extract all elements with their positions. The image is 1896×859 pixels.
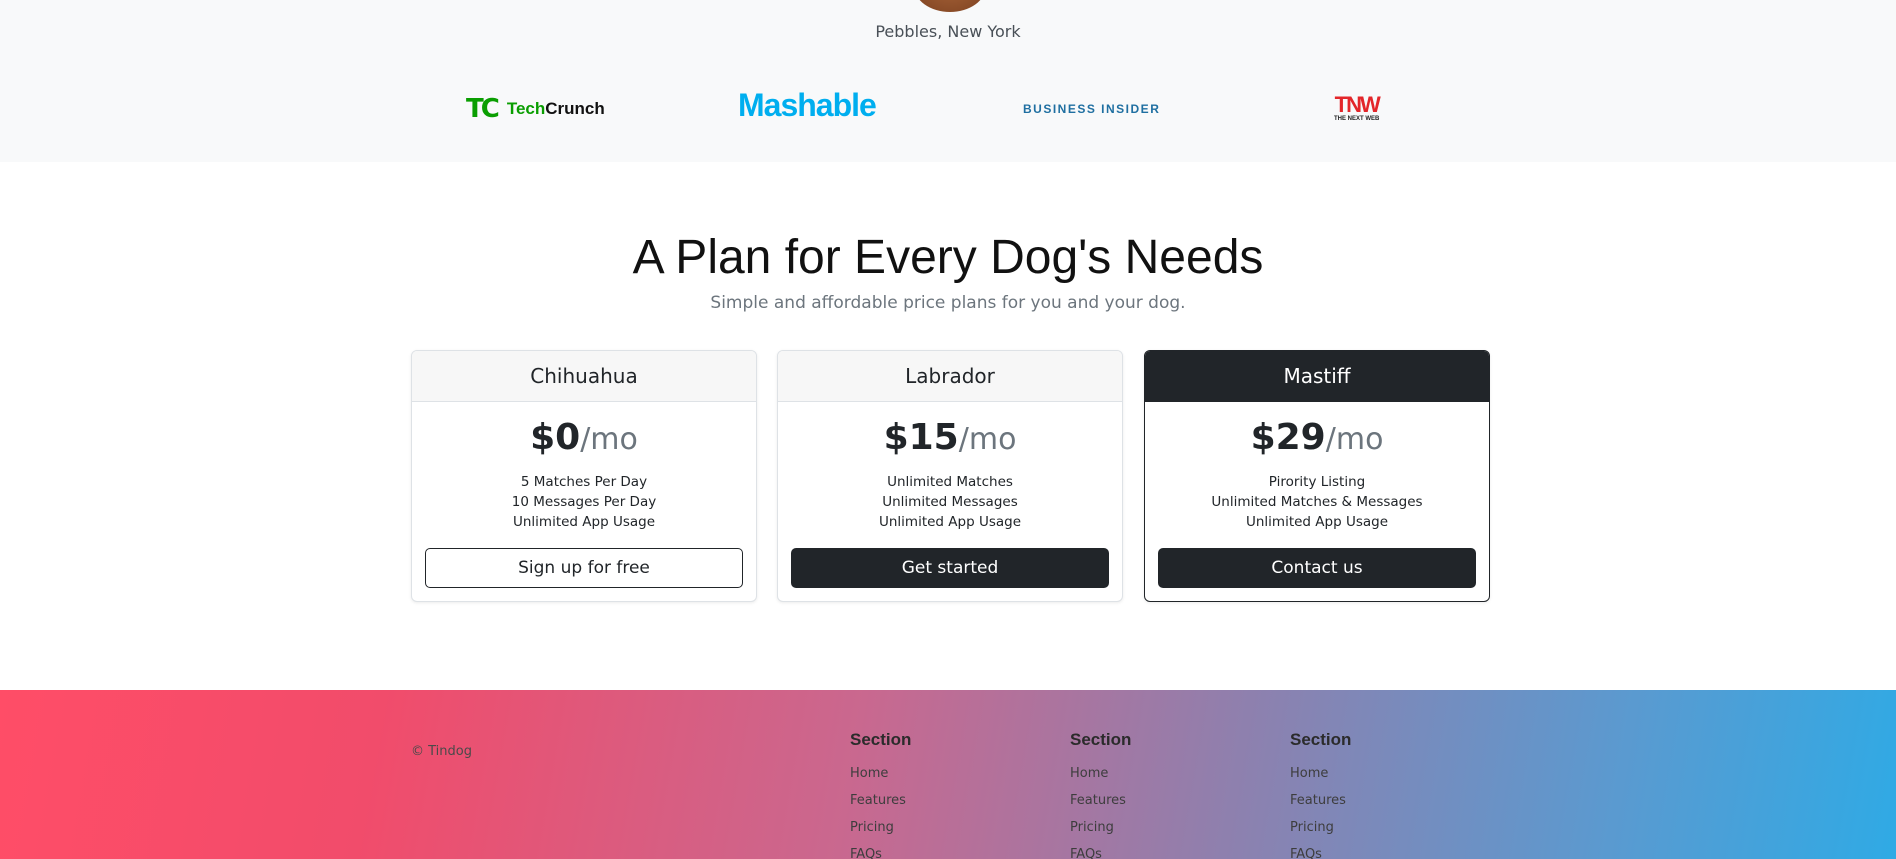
contact-us-button[interactable]: Contact us	[1158, 548, 1476, 588]
sign-up-free-button[interactable]: Sign up for free	[425, 548, 743, 588]
techcrunch-mark: TC	[466, 94, 500, 124]
plan-features: Unlimited Matches Unlimited Messages Unl…	[778, 472, 1122, 532]
plan-feature: Unlimited App Usage	[512, 514, 656, 530]
plan-price: $0/mo	[530, 417, 638, 458]
plan-price: $15/mo	[883, 417, 1017, 458]
footer-column-title: Section	[1290, 730, 1352, 749]
plan-name: Mastiff	[1145, 351, 1489, 402]
footer-link-home[interactable]: Home	[850, 760, 911, 787]
plan-feature: Pirority Listing	[1268, 474, 1366, 490]
testimonial-avatar	[914, 0, 986, 12]
plan-feature: Unlimited Matches	[887, 474, 1013, 490]
business-insider-logo: BUSINESS INSIDER	[1023, 102, 1161, 116]
plan-card-labrador: Labrador $15/mo Unlimited Matches Unlimi…	[777, 350, 1123, 602]
plan-features: Pirority Listing Unlimited Matches & Mes…	[1145, 472, 1489, 532]
plan-feature: 5 Matches Per Day	[520, 474, 648, 490]
footer-link-faqs[interactable]: FAQs	[1070, 841, 1131, 859]
footer-column: Section Home Features Pricing FAQs	[850, 730, 911, 859]
plan-feature: Unlimited Messages	[882, 494, 1018, 510]
plan-card-mastiff: Mastiff $29/mo Pirority Listing Unlimite…	[1144, 350, 1490, 602]
plan-price: $29/mo	[1250, 417, 1384, 458]
plan-feature: Unlimited Matches & Messages	[1211, 494, 1423, 510]
footer-link-faqs[interactable]: FAQs	[850, 841, 911, 859]
plan-feature: 10 Messages Per Day	[511, 494, 657, 510]
plan-features: 5 Matches Per Day 10 Messages Per Day Un…	[412, 472, 756, 532]
tnw-logo: TNW THE NEXT WEB	[1334, 92, 1381, 123]
pricing-title: A Plan for Every Dog's Needs	[632, 231, 1264, 284]
plan-feature: Unlimited App Usage	[878, 514, 1022, 530]
footer-link-home[interactable]: Home	[1070, 760, 1131, 787]
footer-column-title: Section	[850, 730, 912, 749]
get-started-button[interactable]: Get started	[791, 548, 1109, 588]
footer-column: Section Home Features Pricing FAQs	[1070, 730, 1131, 859]
footer-link-features[interactable]: Features	[1070, 787, 1131, 814]
footer-link-pricing[interactable]: Pricing	[850, 814, 911, 841]
footer-link-pricing[interactable]: Pricing	[1070, 814, 1131, 841]
footer-column: Section Home Features Pricing FAQs	[1290, 730, 1351, 859]
footer-copyright: © Tindog	[411, 744, 472, 759]
techcrunch-logo: TC TechCrunch	[466, 94, 605, 124]
mashable-logo: Mashable	[738, 86, 877, 123]
plan-name: Chihuahua	[412, 351, 756, 402]
footer-link-home[interactable]: Home	[1290, 760, 1351, 787]
footer-column-title: Section	[1070, 730, 1132, 749]
footer-link-faqs[interactable]: FAQs	[1290, 841, 1351, 859]
footer: © Tindog Section Home Features Pricing F…	[0, 690, 1896, 859]
plan-feature: Unlimited App Usage	[1245, 514, 1389, 530]
pricing-subtitle: Simple and affordable price plans for yo…	[710, 293, 1186, 313]
plan-name: Labrador	[778, 351, 1122, 402]
footer-link-features[interactable]: Features	[1290, 787, 1351, 814]
press-section: Pebbles, New York TC TechCrunch Mashable…	[0, 0, 1896, 162]
plan-card-chihuahua: Chihuahua $0/mo 5 Matches Per Day 10 Mes…	[411, 350, 757, 602]
footer-link-features[interactable]: Features	[850, 787, 911, 814]
testimonial-author: Pebbles, New York	[875, 22, 1021, 41]
footer-link-pricing[interactable]: Pricing	[1290, 814, 1351, 841]
